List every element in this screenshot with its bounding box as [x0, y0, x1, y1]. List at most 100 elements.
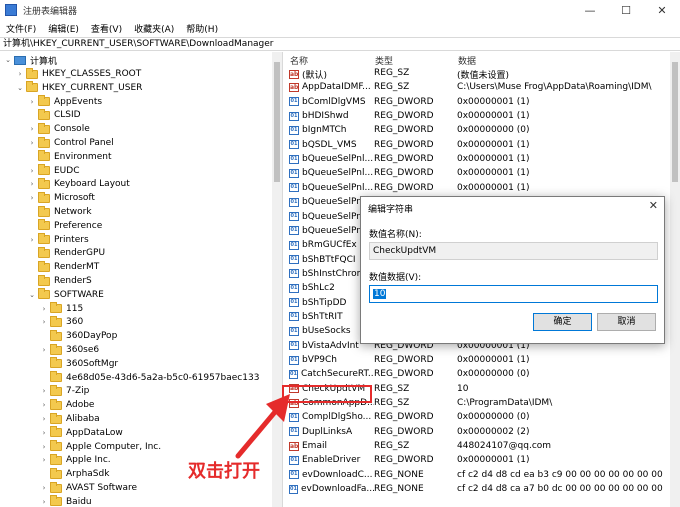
- expand-chevron-icon[interactable]: ›: [40, 484, 48, 492]
- expand-chevron-icon[interactable]: ›: [28, 125, 36, 133]
- value-name-text: bQueueSelPnl...: [302, 168, 374, 179]
- menu-file[interactable]: 文件(F): [0, 22, 42, 35]
- menu-favorites[interactable]: 收藏夹(A): [128, 22, 180, 35]
- maximize-button[interactable]: ☐: [608, 0, 644, 20]
- column-data-header[interactable]: 数据: [458, 54, 476, 67]
- value-name-cell: 01 bQueueSelPnl...: [289, 183, 374, 193]
- tree-item[interactable]: Network: [28, 205, 92, 219]
- tree-item[interactable]: 360DayPop: [40, 329, 117, 343]
- value-name-text: EnableDriver: [302, 455, 361, 466]
- dialog-close-icon[interactable]: ✕: [649, 199, 658, 212]
- tree-item[interactable]: › 360: [40, 315, 83, 329]
- tree-item[interactable]: › Adobe: [40, 398, 94, 412]
- collapse-chevron-icon[interactable]: ⌄: [4, 56, 12, 64]
- expand-chevron-icon[interactable]: ›: [40, 318, 48, 326]
- close-button[interactable]: ✕: [644, 0, 680, 20]
- value-row[interactable]: 01 bQSDL_VMS REG_DWORD 0x00000001 (1): [284, 140, 664, 154]
- tree-item[interactable]: › Console: [28, 122, 90, 136]
- tree-root[interactable]: ⌄ 计算机: [4, 53, 57, 67]
- cancel-button[interactable]: 取消: [597, 313, 656, 331]
- tree-item[interactable]: ⌄ SOFTWARE: [28, 288, 104, 302]
- expand-chevron-icon[interactable]: ›: [40, 401, 48, 409]
- value-row[interactable]: ab Email REG_SZ 448024107@qq.com: [284, 441, 664, 455]
- value-row[interactable]: 01 evDownloadC... REG_NONE cf c2 d4 d8 cd e…: [284, 470, 664, 484]
- tree-item[interactable]: › Alibaba: [40, 412, 100, 426]
- tree-scrollbar-thumb[interactable]: [274, 62, 280, 182]
- expand-chevron-icon[interactable]: ›: [28, 98, 36, 106]
- address-bar[interactable]: 计算机\HKEY_CURRENT_USER\SOFTWARE\DownloadM…: [0, 37, 680, 51]
- value-data-input[interactable]: 10: [369, 285, 658, 303]
- value-row[interactable]: 01 bQueueSelPnl... REG_DWORD 0x00000001 (1): [284, 168, 664, 182]
- value-name-text: evDownloadFa...: [300, 484, 374, 495]
- tree-item[interactable]: › 115: [40, 302, 83, 316]
- value-row[interactable]: 01 bIgnMTCh REG_DWORD 0x00000000 (0): [284, 125, 664, 139]
- value-name-text: DuplLinksA: [302, 426, 353, 437]
- tree-item[interactable]: › Keyboard Layout: [28, 177, 130, 191]
- tree-item[interactable]: 4e68d05e-43d6-5a2a-b5c0-61957baec133: [40, 371, 259, 385]
- value-row[interactable]: ab AppDataIDMF... REG_SZ C:\Users\Muse Frog…: [284, 82, 664, 96]
- tree-item[interactable]: Preference: [28, 219, 102, 233]
- tree-item[interactable]: RenderGPU: [28, 246, 105, 260]
- tree-item[interactable]: 360SoftMgr: [40, 357, 118, 371]
- value-row[interactable]: 01 bComlDlgVMS REG_DWORD 0x00000001 (1): [284, 97, 664, 111]
- tree-item[interactable]: › Apple Inc.: [40, 453, 111, 467]
- expand-chevron-icon[interactable]: ›: [40, 456, 48, 464]
- expand-chevron-icon[interactable]: ›: [40, 443, 48, 451]
- expand-chevron-icon[interactable]: ›: [40, 498, 48, 506]
- value-row[interactable]: 01 bVP9Ch REG_DWORD 0x00000001 (1): [284, 355, 664, 369]
- tree-item[interactable]: › AppEvents: [28, 95, 102, 109]
- list-scrollbar-thumb[interactable]: [672, 62, 678, 182]
- expand-chevron-icon[interactable]: ›: [40, 387, 48, 395]
- tree-item[interactable]: RenderMT: [28, 260, 99, 274]
- list-scrollbar[interactable]: [670, 52, 680, 507]
- expand-chevron-icon[interactable]: ›: [40, 429, 48, 437]
- tree-item[interactable]: ArphaSdk: [40, 467, 109, 481]
- expand-chevron-icon[interactable]: ›: [28, 180, 36, 188]
- tree-item[interactable]: › EUDC: [28, 164, 80, 178]
- value-row[interactable]: 01 bHDIShwd REG_DWORD 0x00000001 (1): [284, 111, 664, 125]
- value-row[interactable]: 01 bQueueSelPnl... REG_DWORD 0x00000001 (1): [284, 154, 664, 168]
- value-row[interactable]: 01 DuplLinksA REG_DWORD 0x00000002 (2): [284, 427, 664, 441]
- value-row[interactable]: 01 bQueueSelPnl... REG_DWORD 0x00000001 (1): [284, 183, 664, 197]
- tree-item[interactable]: › Baidu: [40, 495, 92, 507]
- expand-chevron-icon[interactable]: ›: [16, 70, 24, 78]
- expand-chevron-icon[interactable]: ›: [40, 415, 48, 423]
- tree-item-label: 4e68d05e-43d6-5a2a-b5c0-61957baec133: [66, 372, 260, 383]
- menu-edit[interactable]: 编辑(E): [42, 22, 85, 35]
- value-row[interactable]: 01 evDownloadFa... REG_NONE cf c2 d4 d8 ca …: [284, 484, 664, 498]
- tree-item[interactable]: › AVAST Software: [40, 481, 137, 495]
- tree-item[interactable]: › Printers: [28, 233, 89, 247]
- ok-button[interactable]: 确定: [533, 313, 592, 331]
- tree-item[interactable]: › 360se6: [40, 343, 99, 357]
- collapse-chevron-icon[interactable]: ⌄: [16, 84, 24, 92]
- column-name-header[interactable]: 名称: [290, 54, 308, 67]
- expand-chevron-icon[interactable]: ›: [28, 194, 36, 202]
- tree-item[interactable]: › 7-Zip: [40, 384, 89, 398]
- tree-item[interactable]: RenderS: [28, 274, 92, 288]
- collapse-chevron-icon[interactable]: ⌄: [28, 291, 36, 299]
- expand-chevron-icon[interactable]: ›: [40, 346, 48, 354]
- tree-item[interactable]: ⌄ HKEY_CURRENT_USER: [16, 81, 142, 95]
- tree-item[interactable]: › Microsoft: [28, 191, 95, 205]
- expand-chevron-icon[interactable]: ›: [40, 305, 48, 313]
- tree-item[interactable]: CLSID: [28, 108, 81, 122]
- expand-chevron-icon[interactable]: ›: [28, 139, 36, 147]
- tree-item[interactable]: › Control Panel: [28, 136, 114, 150]
- column-type-header[interactable]: 类型: [375, 54, 393, 67]
- tree-item[interactable]: › AppDataLow: [40, 426, 123, 440]
- minimize-button[interactable]: —: [572, 0, 608, 20]
- tree-item[interactable]: › Apple Computer, Inc.: [40, 440, 161, 454]
- value-name-text: bVP9Ch: [302, 355, 338, 365]
- expand-chevron-icon[interactable]: ›: [28, 236, 36, 244]
- value-row[interactable]: 01 CatchSecureRT... REG_DWORD 0x00000000 (0…: [284, 369, 664, 383]
- expand-chevron-icon[interactable]: ›: [28, 167, 36, 175]
- value-row[interactable]: 01 ComplDlgSho... REG_DWORD 0x00000000 (0): [284, 412, 664, 426]
- tree-item[interactable]: Environment: [28, 150, 111, 164]
- value-row[interactable]: 01 EnableDriver REG_DWORD 0x00000001 (1): [284, 455, 664, 469]
- menu-help[interactable]: 帮助(H): [180, 22, 224, 35]
- tree-item-label: 7-Zip: [66, 386, 90, 397]
- binary-value-icon: 01: [289, 355, 299, 365]
- tree-item[interactable]: › HKEY_CLASSES_ROOT: [16, 67, 141, 81]
- menu-view[interactable]: 查看(V): [85, 22, 128, 35]
- value-row[interactable]: ab (默认) REG_SZ (数值未设置): [284, 68, 664, 82]
